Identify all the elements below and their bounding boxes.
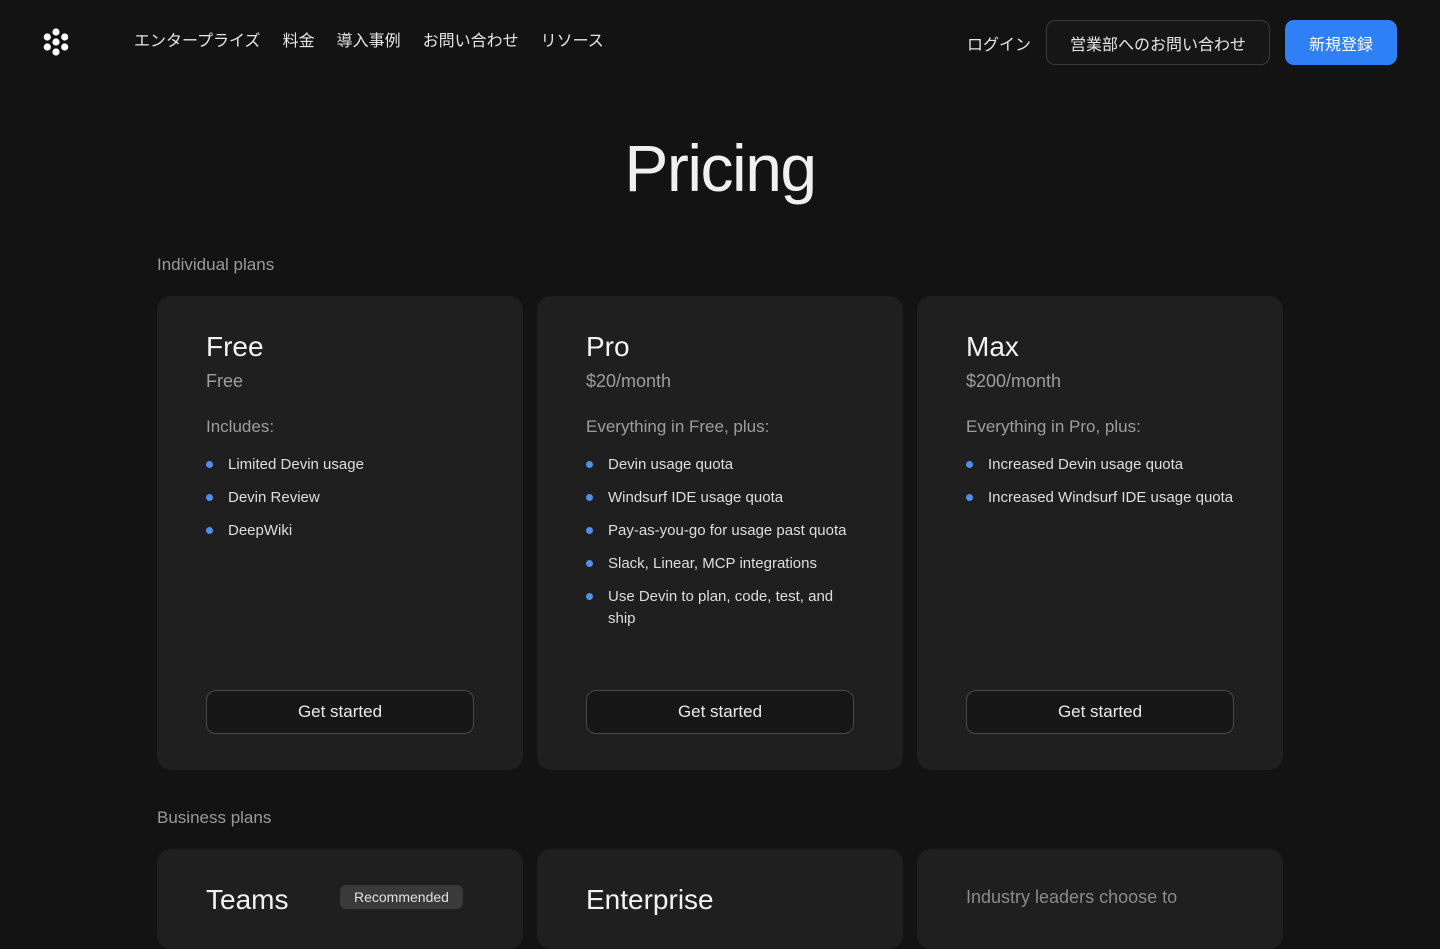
- feature-text: DeepWiki: [228, 522, 293, 539]
- bullet-icon: [206, 494, 213, 501]
- plan-intro: Everything in Pro, plus:: [966, 417, 1141, 436]
- nav-link-pricing[interactable]: 料金: [283, 30, 315, 54]
- plan-price: $200/month: [966, 371, 1062, 391]
- page-title: Pricing: [624, 131, 817, 205]
- feature-item: Use Devin to plan, code, test, and ship: [586, 586, 856, 630]
- nav-link-customers[interactable]: 導入事例: [337, 30, 401, 54]
- feature-item: Windsurf IDE usage quota: [586, 487, 856, 509]
- feature-text: Pay-as-you-go for usage past quota: [608, 522, 847, 539]
- nav-links: エンタープライズ 料金 導入事例 お問い合わせ リソース: [134, 30, 604, 54]
- plan-name: Max: [966, 331, 1019, 362]
- get-started-button-free[interactable]: Get started: [206, 690, 474, 734]
- feature-item: DeepWiki: [206, 520, 476, 542]
- feature-text: Limited Devin usage: [228, 456, 364, 473]
- testimonial-card: Industry leaders choose to: [917, 849, 1283, 949]
- bullet-icon: [206, 461, 213, 468]
- feature-item: Limited Devin usage: [206, 454, 476, 476]
- nav-actions: ログイン 営業部へのお問い合わせ 新規登録: [967, 20, 1397, 65]
- signup-button[interactable]: 新規登録: [1285, 20, 1397, 65]
- plan-card-enterprise: Enterprise: [537, 849, 903, 949]
- plan-name: Pro: [586, 331, 630, 362]
- feature-text: Increased Windsurf IDE usage quota: [988, 489, 1234, 506]
- bullet-icon: [586, 494, 593, 501]
- feature-list: Limited Devin usage Devin Review DeepWik…: [206, 454, 476, 553]
- nav-link-resources[interactable]: リソース: [541, 30, 604, 54]
- feature-list: Increased Devin usage quota Increased Wi…: [966, 454, 1236, 520]
- top-nav: エンタープライズ 料金 導入事例 お問い合わせ リソース ログイン 営業部へのお…: [0, 0, 1440, 85]
- plan-intro: Everything in Free, plus:: [586, 417, 770, 436]
- bullet-icon: [966, 461, 973, 468]
- logo-icon[interactable]: [42, 28, 70, 56]
- feature-item: Increased Windsurf IDE usage quota: [966, 487, 1236, 509]
- feature-text: Devin Review: [228, 489, 320, 506]
- plan-price: Free: [206, 371, 244, 391]
- plan-price: $20/month: [586, 371, 672, 391]
- plan-card-pro: Pro $20/month Everything in Free, plus: …: [537, 296, 903, 770]
- nav-link-contact[interactable]: お問い合わせ: [423, 30, 519, 54]
- feature-text: Windsurf IDE usage quota: [608, 489, 784, 506]
- plan-intro: Includes:: [206, 417, 275, 436]
- plan-card-free: Free Free Includes: Limited Devin usage …: [157, 296, 523, 770]
- feature-item: Pay-as-you-go for usage past quota: [586, 520, 856, 542]
- bullet-icon: [586, 593, 593, 600]
- plan-name: Teams: [206, 884, 289, 915]
- recommended-badge: Recommended: [340, 885, 463, 909]
- bullet-icon: [206, 527, 213, 534]
- business-plans-label: Business plans: [157, 808, 272, 827]
- feature-item: Devin usage quota: [586, 454, 856, 476]
- feature-text: Devin usage quota: [608, 456, 734, 473]
- bullet-icon: [966, 494, 973, 501]
- feature-item: Increased Devin usage quota: [966, 454, 1236, 476]
- plan-card-max: Max $200/month Everything in Pro, plus: …: [917, 296, 1283, 770]
- feature-text: Use Devin to plan, code, test, and ship: [608, 588, 834, 627]
- individual-plans-label: Individual plans: [157, 255, 275, 274]
- feature-text: Increased Devin usage quota: [988, 456, 1184, 473]
- plan-name: Free: [206, 331, 264, 362]
- bullet-icon: [586, 461, 593, 468]
- bullet-icon: [586, 560, 593, 567]
- bullet-icon: [586, 527, 593, 534]
- feature-text: Slack, Linear, MCP integrations: [608, 555, 817, 572]
- get-started-button-pro[interactable]: Get started: [586, 690, 854, 734]
- login-link[interactable]: ログイン: [967, 31, 1031, 55]
- get-started-button-max[interactable]: Get started: [966, 690, 1234, 734]
- feature-item: Slack, Linear, MCP integrations: [586, 553, 856, 575]
- testimonial-text: Industry leaders choose to: [966, 887, 1178, 907]
- feature-item: Devin Review: [206, 487, 476, 509]
- plan-card-teams: Teams Recommended: [157, 849, 523, 949]
- plan-name: Enterprise: [586, 884, 714, 915]
- nav-link-enterprise[interactable]: エンタープライズ: [134, 30, 261, 54]
- contact-sales-button[interactable]: 営業部へのお問い合わせ: [1045, 20, 1270, 65]
- feature-list: Devin usage quota Windsurf IDE usage quo…: [586, 454, 856, 641]
